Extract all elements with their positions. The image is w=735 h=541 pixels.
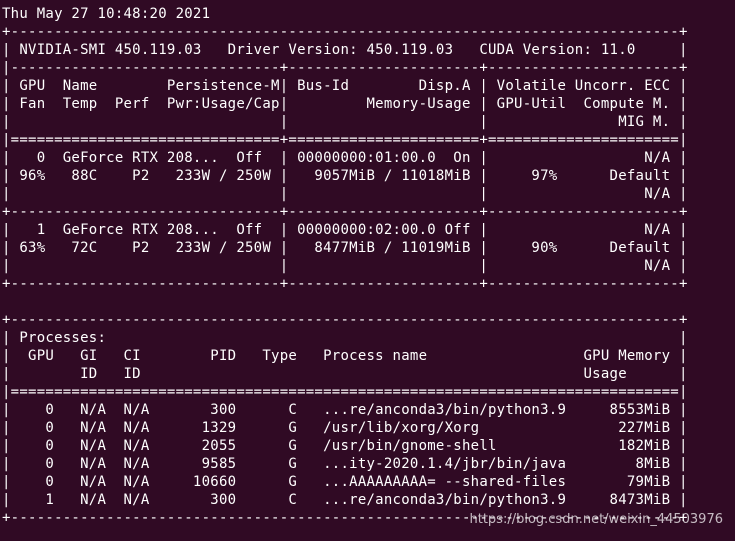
processes-title: | Processes: | bbox=[2, 330, 688, 346]
gpu-0-row-3: | | | N/A | bbox=[2, 186, 688, 202]
process-row: | 0 N/A N/A 300 C ...re/anconda3/bin/pyt… bbox=[2, 402, 688, 418]
process-row: | 0 N/A N/A 2055 G /usr/bin/gnome-shell … bbox=[2, 438, 688, 454]
watermark-text: https://blog.csdn.net/weixin_44503976 bbox=[469, 512, 723, 527]
process-row: | 0 N/A N/A 1329 G /usr/lib/xorg/Xorg 22… bbox=[2, 420, 688, 436]
gpu-header-row-2: | Fan Temp Perf Pwr:Usage/Cap| Memory-Us… bbox=[2, 96, 688, 112]
terminal-line-border: +-------------------------------+-------… bbox=[2, 204, 688, 220]
gpu-1-row-3: | | | N/A | bbox=[2, 258, 688, 274]
terminal-line-border: +---------------------------------------… bbox=[2, 312, 688, 328]
gpu-header-row-1: | GPU Name Persistence-M| Bus-Id Disp.A … bbox=[2, 78, 688, 94]
terminal-window[interactable]: Thu May 27 10:48:20 2021 +--------------… bbox=[0, 0, 735, 541]
process-row: | 0 N/A N/A 10660 G ...AAAAAAAAA= --shar… bbox=[2, 474, 688, 490]
gpu-1-row-2: | 63% 72C P2 233W / 250W | 8477MiB / 110… bbox=[2, 240, 688, 256]
terminal-line-separator: |===============================+=======… bbox=[2, 132, 688, 148]
terminal-line-border: |-------------------------------+-------… bbox=[2, 60, 688, 76]
terminal-line-timestamp: Thu May 27 10:48:20 2021 bbox=[2, 6, 211, 22]
process-row: | 0 N/A N/A 9585 G ...ity-2020.1.4/jbr/b… bbox=[2, 456, 688, 472]
terminal-line-border: +-------------------------------+-------… bbox=[2, 276, 688, 292]
terminal-line-version: | NVIDIA-SMI 450.119.03 Driver Version: … bbox=[2, 42, 688, 58]
gpu-0-row-2: | 96% 88C P2 233W / 250W | 9057MiB / 110… bbox=[2, 168, 688, 184]
gpu-0-row-1: | 0 GeForce RTX 208... Off | 00000000:01… bbox=[2, 150, 688, 166]
terminal-line-border: +---------------------------------------… bbox=[2, 24, 688, 40]
gpu-header-row-3: | | | MIG M. | bbox=[2, 114, 688, 130]
terminal-line-separator: |=======================================… bbox=[2, 384, 688, 400]
gpu-1-row-1: | 1 GeForce RTX 208... Off | 00000000:02… bbox=[2, 222, 688, 238]
processes-header-row-2: | ID ID Usage | bbox=[2, 366, 688, 382]
process-row: | 1 N/A N/A 300 C ...re/anconda3/bin/pyt… bbox=[2, 492, 688, 508]
processes-header-row-1: | GPU GI CI PID Type Process name GPU Me… bbox=[2, 348, 688, 364]
